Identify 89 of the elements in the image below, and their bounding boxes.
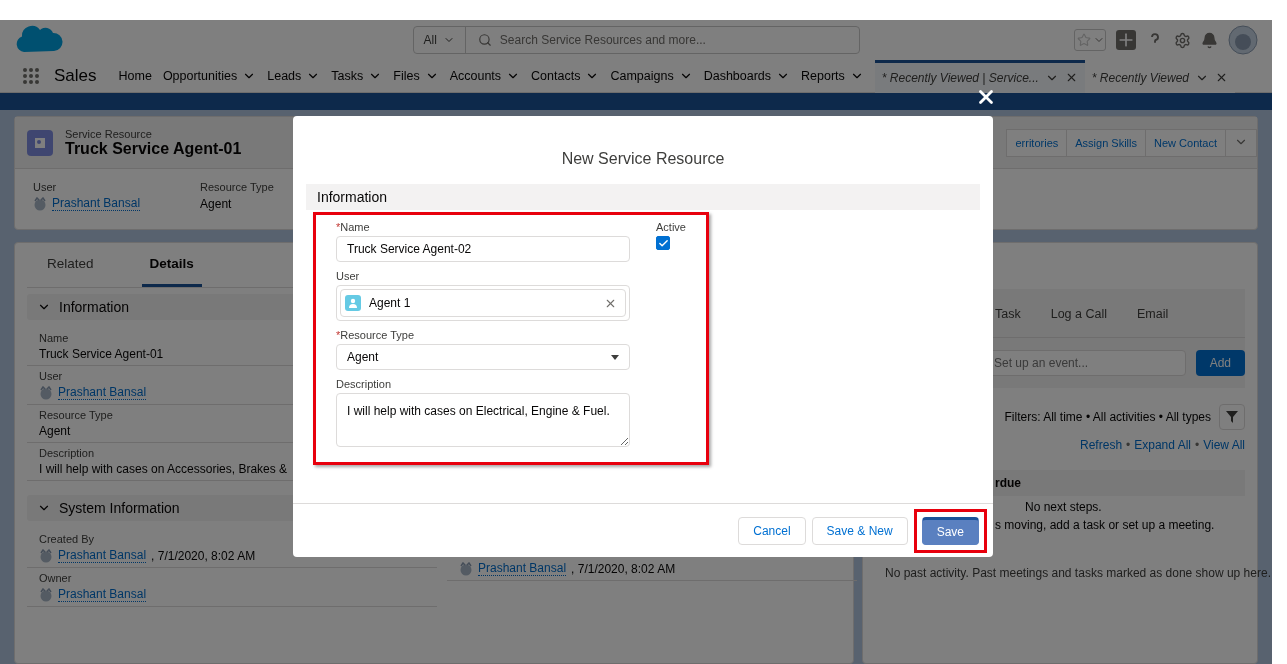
- field-value: Truck Service Agent-01: [39, 347, 164, 361]
- search-field[interactable]: All Search Service Resources and more...: [412, 26, 860, 54]
- user-avatar-icon: [33, 196, 47, 211]
- separator-dot: •: [1195, 438, 1200, 452]
- section-title: System Information: [59, 500, 180, 516]
- check-icon: [657, 237, 669, 249]
- caret-icon: [611, 354, 619, 360]
- user-link[interactable]: Prashant Bansal: [52, 196, 141, 211]
- bell-icon[interactable]: [1201, 31, 1218, 49]
- field-label: Description: [336, 378, 393, 390]
- activity-link[interactable]: View All: [1203, 438, 1245, 452]
- nav-item[interactable]: Opportunities: [162, 69, 257, 83]
- field-value: Agent: [39, 424, 71, 438]
- activity-link[interactable]: Expand All: [1134, 438, 1191, 452]
- workspace-tab[interactable]: * Recently Viewed | Service...: [874, 59, 1085, 93]
- field-label: User: [336, 270, 361, 282]
- pill-text: Agent 1: [369, 296, 411, 310]
- search-icon: [477, 33, 492, 47]
- field-label: Name: [39, 332, 69, 344]
- field-label: Resource Type: [200, 181, 274, 193]
- section-title: Information: [59, 299, 130, 315]
- field-label: Active: [656, 221, 686, 233]
- field-label: Created By: [39, 533, 95, 545]
- scope-dropdown[interactable]: All: [413, 27, 466, 53]
- field-label: Resource Type: [39, 409, 113, 421]
- date-text: , 7/1/2020, 8:02 AM: [571, 561, 676, 576]
- activity-link[interactable]: Refresh: [1080, 438, 1123, 452]
- activity-tab[interactable]: Log a Call: [1050, 307, 1107, 321]
- field-value: Agent: [200, 197, 232, 211]
- date-text: , 7/1/2020, 8:02 AM: [151, 548, 256, 563]
- nav-item[interactable]: Accounts: [449, 69, 521, 83]
- field-label: *Resource Type: [336, 329, 416, 341]
- user-link[interactable]: Prashant Bansal: [478, 561, 567, 576]
- user-avatar-icon: [459, 561, 473, 576]
- action-button[interactable]: New Contact: [1145, 128, 1226, 157]
- save-button[interactable]: Save: [921, 516, 979, 545]
- door-icon: [33, 135, 47, 150]
- user-link[interactable]: Prashant Bansal: [58, 385, 147, 400]
- user-link[interactable]: Prashant Bansal: [58, 587, 147, 602]
- star-icon: [1077, 33, 1091, 47]
- plus-icon[interactable]: [1116, 30, 1136, 50]
- nav-item[interactable]: Campaigns: [610, 69, 693, 83]
- user-avatar-icon: [39, 548, 53, 563]
- filters-text: Filters: All time • All activities • All types: [1004, 410, 1211, 424]
- footer-button[interactable]: Cancel: [738, 516, 806, 545]
- record-title: Truck Service Agent-01: [65, 139, 242, 158]
- description-field[interactable]: I will help with cases on Electrical, Engine & Fuel.: [336, 393, 630, 447]
- active-checkbox[interactable]: [656, 236, 670, 250]
- empty-text: No next steps.: [1025, 500, 1102, 514]
- nav-item[interactable]: Reports: [801, 69, 864, 83]
- settings-icon[interactable]: [1174, 31, 1191, 49]
- filter-button[interactable]: [1219, 404, 1245, 430]
- field-label: Owner: [39, 572, 72, 584]
- user-link[interactable]: Prashant Bansal: [58, 548, 147, 563]
- empty-text: s moving, add a task or set up a meeting.: [995, 518, 1215, 532]
- empty-text: No past activity. Past meetings and tasks marked as done show up here.: [885, 566, 1271, 580]
- activity-tab[interactable]: Task: [995, 307, 1021, 321]
- nav-item[interactable]: Tasks: [331, 69, 383, 83]
- separator-dot: •: [1126, 438, 1131, 452]
- field-label: Description: [39, 447, 95, 459]
- user-avatar-icon: [39, 385, 53, 400]
- field-label: User: [39, 370, 63, 382]
- action-button[interactable]: Assign Skills: [1066, 128, 1146, 157]
- field-value: I will help with cases on Accessories, Brakes &: [39, 462, 288, 476]
- name-field[interactable]: Truck Service Agent-02: [336, 236, 630, 262]
- modal-title: New Service Resource: [561, 150, 725, 168]
- section-header: Information: [306, 184, 980, 210]
- nav-item[interactable]: Files: [393, 69, 439, 83]
- action-button[interactable]: erritories: [1006, 128, 1068, 157]
- add-button[interactable]: Add: [1195, 350, 1245, 376]
- close-icon[interactable]: [1215, 71, 1228, 84]
- avatar-icon[interactable]: [1228, 25, 1258, 55]
- nav-item[interactable]: Dashboards: [703, 69, 791, 83]
- record-type: Service Resource: [65, 127, 153, 140]
- user-avatar-icon: [39, 587, 53, 602]
- app-launcher-icon[interactable]: [22, 67, 40, 85]
- tab[interactable]: Details: [141, 243, 202, 287]
- field-label: User: [33, 181, 57, 193]
- select-field[interactable]: Agent: [336, 344, 630, 370]
- tab[interactable]: Related: [39, 243, 102, 287]
- field-label: *Name: [336, 221, 371, 233]
- nav-item[interactable]: Contacts: [531, 69, 600, 83]
- nav-item[interactable]: Home: [118, 69, 152, 83]
- footer-button[interactable]: Save & New: [811, 516, 908, 545]
- activity-tab[interactable]: Email: [1137, 307, 1169, 321]
- funnel-icon: [1226, 411, 1238, 423]
- nav-item[interactable]: Leads: [267, 69, 321, 83]
- lookup-field[interactable]: Agent 1: [336, 285, 630, 321]
- app-name: Sales: [54, 66, 97, 86]
